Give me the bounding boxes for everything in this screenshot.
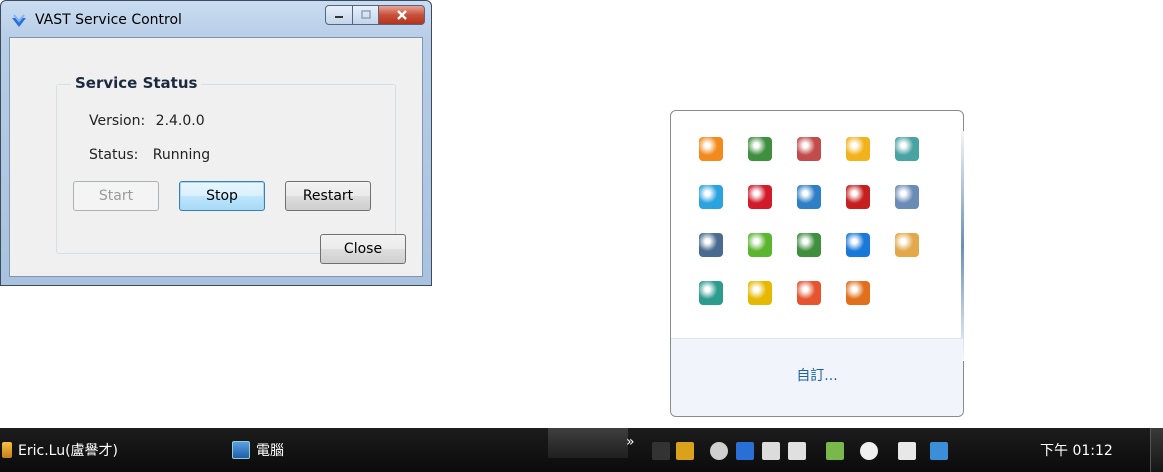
sync-globe-icon[interactable] <box>699 281 723 305</box>
java-icon[interactable] <box>846 281 870 305</box>
restart-button[interactable]: Restart <box>285 181 371 211</box>
close-window-button[interactable] <box>379 5 425 25</box>
start-button[interactable]: Start <box>73 181 159 211</box>
maximize-button[interactable] <box>353 5 379 25</box>
user-label: Eric.Lu(盧譽才) <box>18 443 118 459</box>
adobe-icon[interactable] <box>846 185 870 209</box>
group-title: Service Status <box>71 74 202 92</box>
version-label: Version: <box>89 113 146 129</box>
stop-button[interactable]: Stop <box>179 181 265 211</box>
taskbar-computer-item[interactable]: 電腦 <box>232 438 284 462</box>
panel-edge-highlight <box>961 131 964 361</box>
service-status-group: Service Status Version: 2.4.0.0 Status: … <box>56 74 396 254</box>
pdf-icon[interactable] <box>652 442 670 460</box>
drive-icon[interactable] <box>895 185 919 209</box>
vlc-icon[interactable] <box>699 137 723 161</box>
evernote-icon[interactable] <box>748 233 772 257</box>
title-bar[interactable]: VAST Service Control <box>1 1 431 37</box>
taskbar-user-item[interactable]: Eric.Lu(盧譽才) <box>2 438 118 462</box>
computer-label: 電腦 <box>256 443 284 459</box>
customize-footer: 自訂... <box>671 338 963 416</box>
vast-logo-icon <box>12 14 26 27</box>
version-row: Version: 2.4.0.0 <box>89 113 205 129</box>
outlook-icon[interactable] <box>846 137 870 161</box>
user-icon <box>2 442 12 458</box>
color-wheel-icon[interactable] <box>797 281 821 305</box>
keyboard-mouse-icon[interactable] <box>895 137 919 161</box>
status-row: Status: Running <box>89 147 210 163</box>
clock[interactable]: 下午 01:12 <box>1040 440 1113 460</box>
minimize-icon <box>335 16 343 18</box>
show-desktop-button[interactable] <box>1150 428 1163 472</box>
network-settings-icon[interactable] <box>895 233 919 257</box>
close-button[interactable]: Close <box>320 234 406 264</box>
flag-icon[interactable] <box>826 442 844 460</box>
globe-green-icon[interactable] <box>748 137 772 161</box>
close-icon <box>396 10 407 20</box>
document-sync-icon[interactable] <box>699 233 723 257</box>
maximize-icon <box>360 10 371 19</box>
refresh-blue-icon[interactable] <box>699 185 723 209</box>
taskbar: Eric.Lu(盧譽才) 電腦 » 下午 01:12 <box>0 428 1163 472</box>
volume-icon[interactable] <box>860 442 878 460</box>
computer-icon <box>232 441 250 459</box>
status-label: Status: <box>89 147 139 163</box>
notification-overflow-panel: 自訂... <box>670 110 964 417</box>
window-title: VAST Service Control <box>35 12 182 28</box>
kaspersky-icon[interactable] <box>748 185 772 209</box>
teamviewer-icon[interactable] <box>846 233 870 257</box>
display-icon[interactable] <box>762 442 780 460</box>
status-value: Running <box>152 147 211 163</box>
help-icon[interactable] <box>710 442 728 460</box>
hub-icon[interactable] <box>797 185 821 209</box>
taskbar-blur-area <box>548 428 628 458</box>
dropbox-icon[interactable] <box>898 442 916 460</box>
shield-icon[interactable] <box>748 281 772 305</box>
pin-icon[interactable] <box>736 442 754 460</box>
version-value: 2.4.0.0 <box>155 113 205 129</box>
customize-link[interactable]: 自訂... <box>671 365 963 385</box>
service-control-window: VAST Service Control Service Status Vers… <box>0 0 432 286</box>
minimize-button[interactable] <box>325 5 353 25</box>
network-error-icon[interactable] <box>930 442 948 460</box>
show-hidden-icon[interactable]: » <box>626 434 635 450</box>
network-icon[interactable] <box>788 442 806 460</box>
network-icon[interactable] <box>797 137 821 161</box>
window-client-area: Service Status Version: 2.4.0.0 Status: … <box>9 37 423 277</box>
keyboard-icon[interactable] <box>676 442 694 460</box>
diamond-app-icon[interactable] <box>797 233 821 257</box>
